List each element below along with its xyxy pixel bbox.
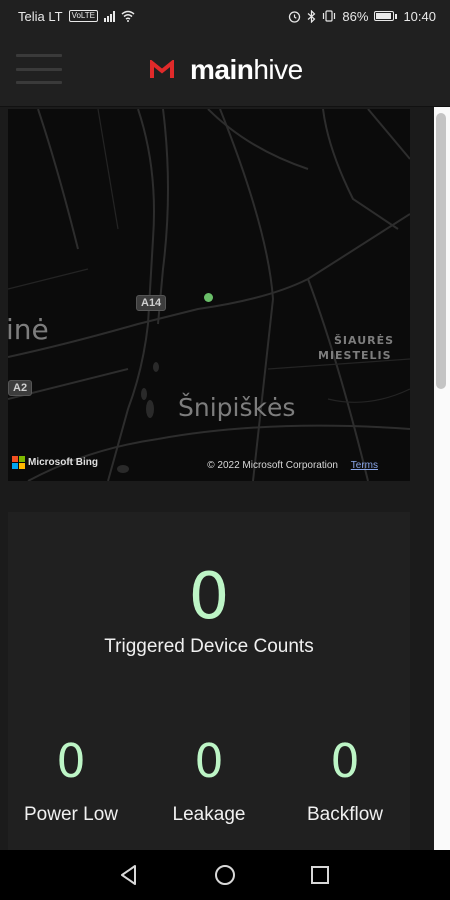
map-label-district-ne-line1: ŠIAURĖS [334, 334, 395, 347]
clock: 10:40 [403, 8, 436, 24]
vibrate-icon [323, 10, 336, 22]
scrollbar[interactable] [434, 107, 450, 850]
bing-attribution: Microsoft Bing [28, 457, 98, 468]
stat-backflow-value: 0 [330, 734, 360, 788]
back-icon[interactable] [116, 862, 142, 888]
status-left: Telia LT VoLTE [18, 9, 135, 24]
brand-part-main: main [190, 54, 254, 85]
brand-part-hive: hive [253, 54, 303, 85]
road-shield-a2: A2 [8, 380, 33, 396]
battery-percent: 86% [342, 8, 369, 24]
map-label-district-partial: inė [8, 313, 49, 346]
hamburger-menu-button[interactable] [16, 54, 62, 84]
stat-backflow-label: Backflow [306, 804, 384, 825]
triggered-count-label: Triggered Device Counts [104, 636, 314, 657]
bing-logo: Microsoft Bing [12, 456, 98, 469]
app-header: mainhive [0, 32, 450, 107]
map-label-district-main: Šnipiškės [178, 393, 296, 422]
alarm-icon [289, 10, 301, 23]
recents-icon[interactable] [307, 862, 333, 888]
stat-power-low: 0 Power Low [6, 734, 136, 826]
stat-leakage-value: 0 [194, 734, 224, 788]
road-shield-a14: A14 [136, 295, 167, 311]
scrollbar-thumb[interactable] [436, 113, 446, 389]
stat-leakage-label: Leakage [172, 804, 246, 825]
stat-leakage: 0 Leakage [144, 734, 274, 826]
stat-power-low-value: 0 [56, 734, 86, 788]
map-terms-link[interactable]: Terms [351, 460, 378, 471]
brand-logo: mainhive [150, 54, 303, 86]
volte-badge: VoLTE [68, 10, 98, 22]
signal-icon [103, 10, 115, 22]
battery-icon [374, 11, 398, 21]
stats-card: 0 Triggered Device Counts 0 Power Low 0 … [8, 512, 410, 850]
map-view[interactable]: inė Šnipiškės ŠIAURĖS MIESTELIS A14 A2 M… [8, 109, 410, 481]
wifi-icon [121, 10, 135, 22]
mainhive-logo-icon [150, 60, 174, 78]
map-copyright: © 2022 Microsoft Corporation [207, 460, 338, 471]
map-location-marker[interactable] [204, 293, 213, 302]
carrier-name: Telia LT [18, 8, 63, 24]
triggered-count-value: 0 [188, 560, 230, 634]
dashboard-content: inė Šnipiškės ŠIAURĖS MIESTELIS A14 A2 M… [0, 107, 450, 850]
microsoft-logo-icon [12, 456, 25, 469]
map-label-district-ne-line2: MIESTELIS [318, 349, 392, 362]
status-right: 86% 10:40 [288, 9, 436, 24]
bluetooth-icon [308, 9, 316, 23]
stat-backflow: 0 Backflow [280, 734, 410, 826]
stat-power-low-label: Power Low [24, 804, 118, 825]
brand-wordmark: mainhive [190, 54, 303, 86]
home-icon[interactable] [212, 862, 238, 888]
status-bar: Telia LT VoLTE 86% 10:40 [0, 0, 450, 32]
system-nav-bar [0, 850, 450, 900]
